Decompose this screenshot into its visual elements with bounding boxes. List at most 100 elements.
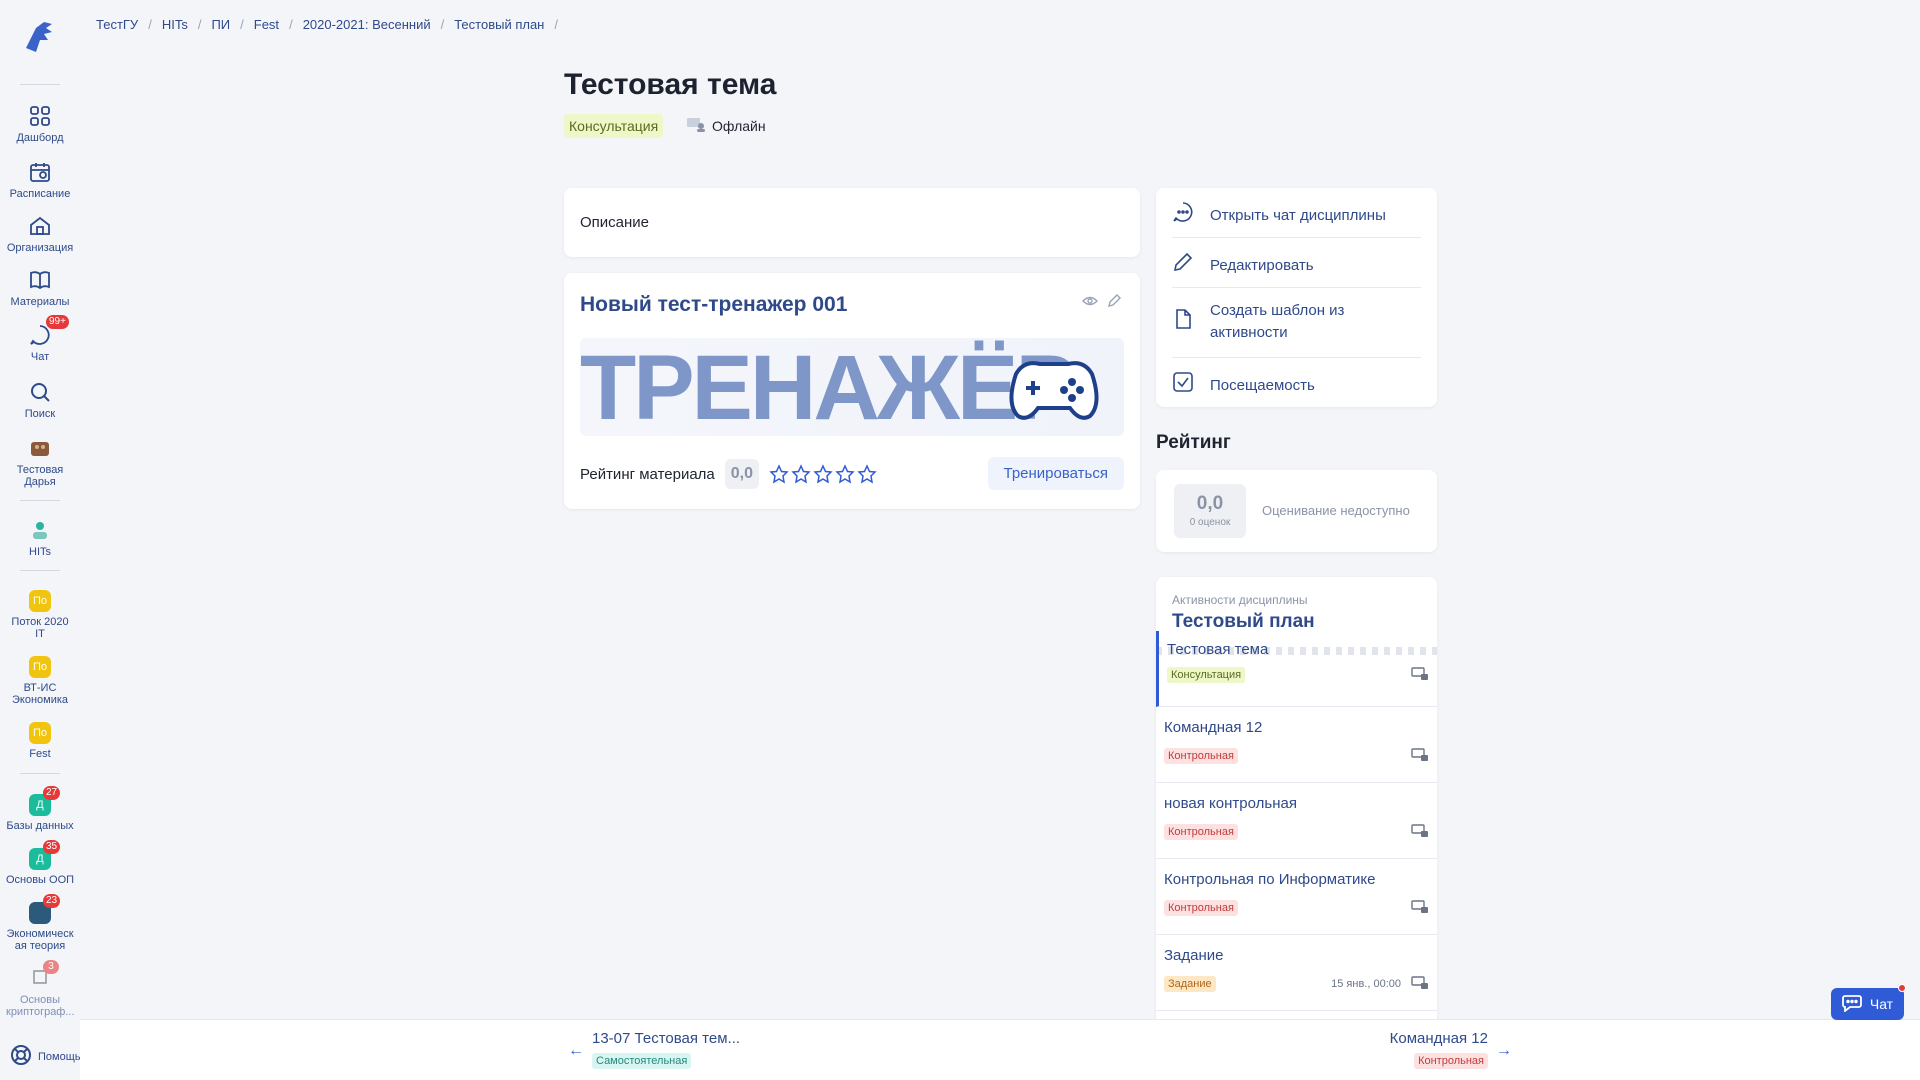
star-icon[interactable] bbox=[813, 464, 833, 484]
train-button[interactable]: Тренироваться bbox=[987, 457, 1124, 490]
calendar-icon bbox=[28, 160, 52, 184]
sidebar-item-hits[interactable]: HITs bbox=[0, 518, 80, 558]
actions-card: Открыть чат дисциплины Редактировать Соз… bbox=[1156, 188, 1437, 407]
plan-item[interactable]: Задание Задание 15 янв., 00:00 bbox=[1156, 935, 1437, 1011]
breadcrumb-separator: / bbox=[197, 17, 202, 32]
star-icon[interactable] bbox=[835, 464, 855, 484]
group-icon: По bbox=[29, 722, 51, 744]
unread-badge: 23 bbox=[43, 894, 61, 908]
previous-activity-name: 13-07 Тестовая тем... bbox=[592, 1030, 741, 1047]
star-rating[interactable] bbox=[769, 464, 877, 484]
sidebar-item-economics[interactable]: 23 Экономическая теория bbox=[0, 894, 80, 952]
sidebar-divider bbox=[20, 773, 60, 774]
breadcrumb-item[interactable]: 2020-2021: Весенний bbox=[303, 17, 431, 32]
chat-icon bbox=[1172, 201, 1194, 230]
create-template-action[interactable]: Создать шаблон из активности bbox=[1172, 300, 1421, 344]
sidebar-item-vt-is[interactable]: По ВТ-ИС Экономика bbox=[0, 656, 80, 706]
avatar bbox=[28, 436, 52, 460]
plan-item-name: новая контрольная bbox=[1164, 795, 1297, 812]
plan-item[interactable]: новая контрольная Контрольная bbox=[1156, 783, 1437, 859]
sidebar-item-oop[interactable]: Д 35 Основы ООП bbox=[0, 840, 80, 886]
plan-item-tag: Контрольная bbox=[1164, 824, 1238, 840]
sidebar-item-search[interactable]: Поиск bbox=[0, 380, 80, 420]
edit-action[interactable]: Редактировать bbox=[1172, 251, 1421, 280]
activity-type-tag: Консультация bbox=[564, 114, 664, 138]
unread-badge: 3 bbox=[43, 960, 59, 974]
breadcrumb-separator: / bbox=[440, 17, 445, 32]
sidebar-item-label: Основы криптограф... bbox=[6, 994, 75, 1018]
plan-item[interactable]: Командная 12 Контрольная bbox=[1156, 707, 1437, 783]
help-button[interactable]: Помощь bbox=[10, 1044, 81, 1069]
plan-title[interactable]: Тестовый план bbox=[1172, 611, 1315, 633]
breadcrumb-item[interactable]: ПИ bbox=[211, 17, 230, 32]
format-label: Офлайн bbox=[712, 117, 766, 134]
document-icon bbox=[1172, 308, 1194, 337]
breadcrumb-separator: / bbox=[240, 17, 244, 32]
breadcrumb-item[interactable]: ТестГУ bbox=[96, 17, 138, 32]
sidebar-item-label: HITs bbox=[29, 546, 51, 558]
breadcrumb-item[interactable]: Тестовый план bbox=[454, 17, 544, 32]
sidebar-item-label: Базы данных bbox=[6, 820, 74, 832]
unread-badge: 27 bbox=[43, 786, 61, 800]
attendance-action[interactable]: Посещаемость bbox=[1172, 371, 1421, 400]
plan-item[interactable]: Контрольная по Информатике Контрольная bbox=[1156, 859, 1437, 935]
sidebar-item-test-user[interactable]: Тестовая Дарья bbox=[0, 436, 80, 488]
sidebar-item-label: Чат bbox=[30, 351, 50, 363]
plan-item-current[interactable]: Тестовая тема Консультация bbox=[1156, 631, 1437, 707]
star-icon[interactable] bbox=[791, 464, 811, 484]
eye-icon[interactable] bbox=[1082, 293, 1098, 314]
trainer-title[interactable]: Новый тест-тренажер 001 bbox=[580, 293, 847, 317]
breadcrumb-separator: / bbox=[148, 17, 152, 32]
description-card[interactable]: Описание bbox=[564, 188, 1140, 257]
unread-badge: 99+ bbox=[46, 315, 69, 329]
plan-card: Активности дисциплины Тестовый план Тест… bbox=[1156, 577, 1437, 1020]
banner-text: ТРЕНАЖЁР bbox=[580, 338, 1077, 436]
arrow-left-icon: ← bbox=[568, 1042, 584, 1059]
gamepad-icon bbox=[1004, 354, 1104, 429]
trainer-tools bbox=[1082, 293, 1122, 314]
sidebar-item-organization[interactable]: Организация bbox=[0, 214, 80, 254]
open-chat-action[interactable]: Открыть чат дисциплины bbox=[1172, 201, 1421, 230]
rating-label: Рейтинг материала bbox=[580, 465, 715, 483]
offline-icon bbox=[686, 116, 706, 135]
sidebar-item-label: Экономическая теория bbox=[6, 928, 74, 952]
next-activity[interactable]: Командная 12 Контрольная → bbox=[1390, 1030, 1512, 1069]
pencil-icon[interactable] bbox=[1106, 293, 1122, 314]
plan-item-name: Задание bbox=[1164, 947, 1224, 964]
rating-score: 0,0 bbox=[1196, 493, 1224, 514]
sidebar-item-schedule[interactable]: Расписание bbox=[0, 160, 80, 200]
book-icon bbox=[28, 268, 52, 292]
action-label: Создать шаблон из активности bbox=[1210, 302, 1345, 341]
previous-activity[interactable]: ← 13-07 Тестовая тем... Самостоятельная bbox=[568, 1030, 740, 1069]
avatar bbox=[28, 518, 52, 542]
previous-activity-tag: Самостоятельная bbox=[592, 1053, 692, 1069]
breadcrumb-item[interactable]: HITs bbox=[162, 17, 188, 32]
sidebar-item-label: ВТ-ИС Экономика bbox=[11, 682, 69, 706]
page-title: Тестовая тема bbox=[564, 68, 777, 101]
sidebar-item-label: Дашборд bbox=[16, 132, 64, 144]
sidebar-divider bbox=[20, 500, 60, 501]
sidebar-item-label: Тестовая Дарья bbox=[16, 464, 64, 488]
chat-button[interactable]: Чат bbox=[1831, 984, 1906, 1020]
plan-item-name: Тестовая тема bbox=[1167, 641, 1269, 658]
breadcrumb-item[interactable]: Fest bbox=[254, 17, 279, 32]
sidebar-item-databases[interactable]: Д 27 Базы данных bbox=[0, 786, 80, 832]
sidebar-divider bbox=[20, 84, 60, 85]
sidebar-item-crypto[interactable]: 3 Основы криптограф... bbox=[0, 960, 80, 1018]
rating-value: 0,0 bbox=[724, 459, 760, 489]
trainer-banner: ТРЕНАЖЁР bbox=[580, 338, 1124, 436]
sidebar-item-label: Поток 2020 IT bbox=[11, 616, 69, 640]
plan-item-tag: Консультация bbox=[1167, 667, 1246, 683]
sidebar-item-stream-2020[interactable]: По Поток 2020 IT bbox=[0, 590, 80, 640]
sidebar-item-materials[interactable]: Материалы bbox=[0, 268, 80, 308]
sidebar-item-chat[interactable]: 99+ Чат bbox=[0, 315, 80, 363]
app-logo[interactable] bbox=[22, 18, 58, 56]
sidebar-item-dashboard[interactable]: Дашборд bbox=[0, 104, 80, 144]
star-icon[interactable] bbox=[769, 464, 789, 484]
lifebuoy-icon bbox=[10, 1044, 32, 1069]
sidebar-item-label: Организация bbox=[6, 242, 74, 254]
pencil-icon bbox=[1172, 251, 1194, 280]
unread-badge: 35 bbox=[43, 840, 61, 854]
sidebar-item-fest[interactable]: По Fest bbox=[0, 722, 80, 760]
star-icon[interactable] bbox=[857, 464, 877, 484]
